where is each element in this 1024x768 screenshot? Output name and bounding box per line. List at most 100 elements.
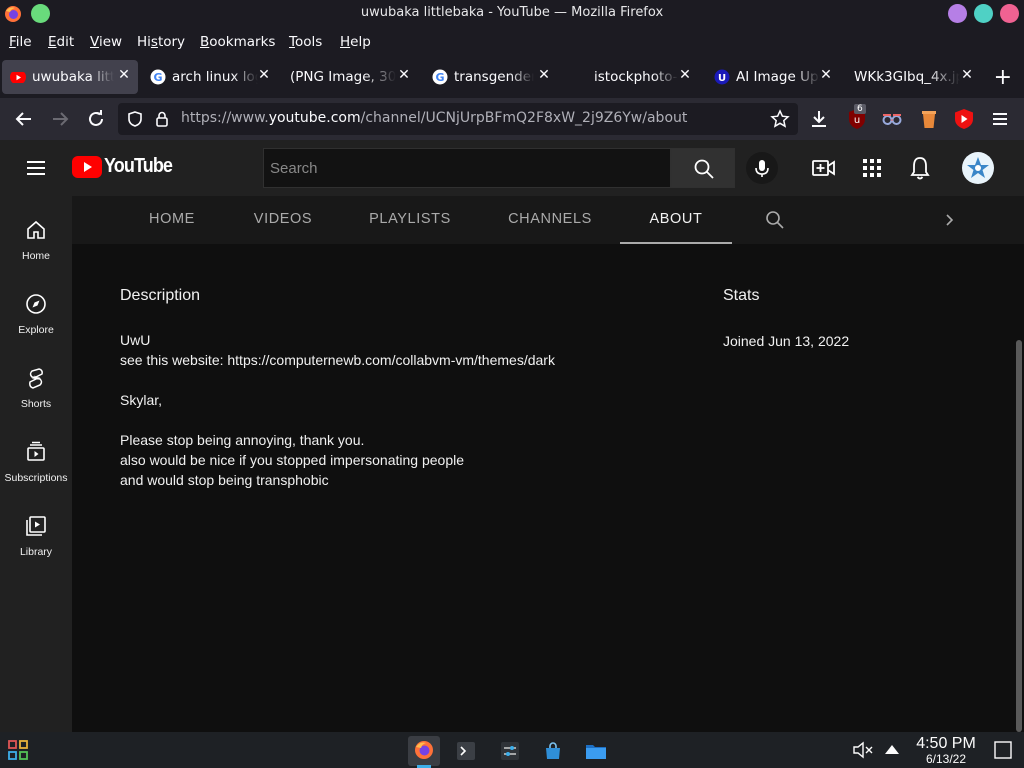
sidebar-item-explore[interactable]: Explore [0, 292, 72, 366]
tab-wkk3[interactable]: WKk3GIbq_4x.jpg ✕ [846, 60, 982, 94]
description-line: Please stop being annoying, thank you. [120, 432, 365, 448]
tray-expand-icon[interactable] [884, 742, 900, 756]
youtube-logo[interactable]: YouTube [72, 155, 173, 180]
google-icon: G [150, 69, 166, 85]
firefox-icon [415, 741, 433, 759]
tab-arch-linux[interactable]: G arch linux logo ✕ [142, 60, 278, 94]
taskbar-store[interactable] [537, 736, 569, 766]
tab-playlists[interactable]: PLAYLISTS [360, 196, 460, 244]
tab-title: istockphoto-1 [594, 69, 678, 85]
tab-transgender[interactable]: G transgender flag ✕ [424, 60, 560, 94]
volume-muted-icon[interactable] [852, 741, 874, 759]
about-content: Description UwU see this website: https:… [72, 244, 1024, 732]
menu-help[interactable]: Help [340, 34, 371, 50]
tab-youtube[interactable]: uwubaka littlebaka - YouTube ✕ [2, 60, 138, 94]
menu-view[interactable]: View [90, 34, 122, 50]
tab-about[interactable]: ABOUT [620, 196, 732, 244]
taskbar-settings[interactable] [494, 736, 526, 766]
search-input[interactable] [264, 149, 670, 187]
maximize-button[interactable] [974, 4, 993, 23]
forward-icon[interactable] [47, 106, 73, 132]
window-menu-button[interactable] [31, 4, 50, 23]
taskbar-files[interactable] [580, 736, 612, 766]
tab-videos[interactable]: VIDEOS [238, 196, 328, 244]
menu-file[interactable]: File [9, 34, 32, 50]
sidebar-item-label: Shorts [20, 398, 52, 410]
sidebar-item-home[interactable]: Home [0, 218, 72, 292]
avatar[interactable] [962, 152, 994, 184]
tab-channels[interactable]: CHANNELS [496, 196, 604, 244]
ublock-badge: 6 [854, 104, 866, 114]
sidebar-item-subscriptions[interactable]: Subscriptions [0, 440, 72, 514]
menu-tools[interactable]: Tools [289, 34, 322, 50]
tab-title: (PNG Image, 300 × 300 pixels) [290, 69, 396, 85]
trash-extension-icon[interactable] [916, 106, 942, 132]
ublock-extension-icon[interactable]: u 6 [846, 104, 868, 130]
menu-edit[interactable]: Edit [48, 34, 74, 50]
taskbar-firefox[interactable] [408, 736, 440, 766]
tab-strip: uwubaka littlebaka - YouTube ✕ G arch li… [0, 56, 1024, 98]
search-button[interactable] [671, 148, 735, 188]
back-icon[interactable] [11, 106, 37, 132]
close-button[interactable] [1000, 4, 1019, 23]
tab-title: uwubaka littlebaka - YouTube [32, 69, 114, 85]
chevron-right-icon[interactable] [940, 211, 958, 229]
url-bar[interactable]: https://www.youtube.com/channel/UCNjUrpB… [118, 103, 798, 135]
tab-close-icon[interactable]: ✕ [678, 67, 692, 83]
sidebar-item-label: Home [21, 250, 50, 262]
description-line: Skylar, [120, 392, 163, 408]
tab-title: AI Image Upscaler [736, 69, 820, 85]
apps-grid-icon[interactable] [858, 154, 886, 182]
window-title: uwubaka littlebaka - YouTube — Mozilla F… [360, 5, 664, 20]
tab-close-icon[interactable]: ✕ [257, 67, 271, 83]
joined-date: Joined Jun 13, 2022 [723, 333, 850, 349]
tab-png-image[interactable]: (PNG Image, 300 × 300 pixels) ✕ [282, 60, 418, 94]
sidebar-item-library[interactable]: Library [0, 514, 72, 588]
guide-menu-icon[interactable] [24, 156, 48, 180]
tab-close-icon[interactable]: ✕ [960, 67, 974, 83]
shield-icon[interactable] [126, 110, 144, 128]
new-tab-icon[interactable]: + [994, 65, 1012, 90]
tab-istockphoto[interactable]: istockphoto-1 ✕ [564, 60, 700, 94]
tab-title: arch linux logo [172, 69, 258, 85]
terminal-icon [457, 742, 475, 760]
tab-close-icon[interactable]: ✕ [537, 67, 551, 83]
glasses-extension-icon[interactable] [879, 106, 905, 132]
microphone-icon[interactable] [746, 152, 778, 184]
system-clock[interactable]: 4:50 PM 6/13/22 [906, 735, 986, 767]
page-scrollbar[interactable] [1016, 340, 1022, 732]
tab-close-icon[interactable]: ✕ [397, 67, 411, 83]
window-titlebar: uwubaka littlebaka - YouTube — Mozilla F… [0, 0, 1024, 28]
folder-icon [586, 745, 606, 759]
menu-history[interactable]: History [137, 34, 185, 50]
bookmark-star-icon[interactable] [770, 109, 790, 129]
youtube-extension-icon[interactable] [951, 106, 977, 132]
channel-search-icon[interactable] [765, 210, 785, 230]
search-box[interactable] [263, 148, 671, 188]
search-icon [694, 159, 714, 179]
compass-icon [26, 294, 46, 314]
reload-icon[interactable] [83, 106, 109, 132]
tab-close-icon[interactable]: ✕ [819, 67, 833, 83]
hamburger-menu-icon[interactable] [987, 106, 1013, 132]
tab-home[interactable]: HOME [128, 196, 216, 244]
tab-close-icon[interactable]: ✕ [117, 67, 131, 83]
taskbar-terminal[interactable] [450, 736, 482, 766]
stats-heading: Stats [723, 287, 760, 304]
clock-time: 4:50 PM [916, 735, 976, 752]
tab-ai-upscaler[interactable]: U AI Image Upscaler ✕ [706, 60, 842, 94]
lock-icon[interactable] [153, 110, 171, 128]
minimize-button[interactable] [948, 4, 967, 23]
app-launcher-icon[interactable] [8, 740, 28, 760]
downloads-icon[interactable] [806, 106, 832, 132]
youtube-logo-text: YouTube [104, 155, 173, 177]
google-icon: G [432, 69, 448, 85]
create-video-icon[interactable] [810, 154, 838, 182]
youtube-logo-icon [72, 156, 102, 178]
menu-bookmarks[interactable]: Bookmarks [200, 34, 275, 50]
taskbar: 4:50 PM 6/13/22 [0, 732, 1024, 768]
url-text: https://www.youtube.com/channel/UCNjUrpB… [181, 110, 688, 126]
sidebar-item-shorts[interactable]: Shorts [0, 366, 72, 440]
show-desktop-icon[interactable] [994, 741, 1012, 759]
notifications-bell-icon[interactable] [906, 154, 934, 182]
